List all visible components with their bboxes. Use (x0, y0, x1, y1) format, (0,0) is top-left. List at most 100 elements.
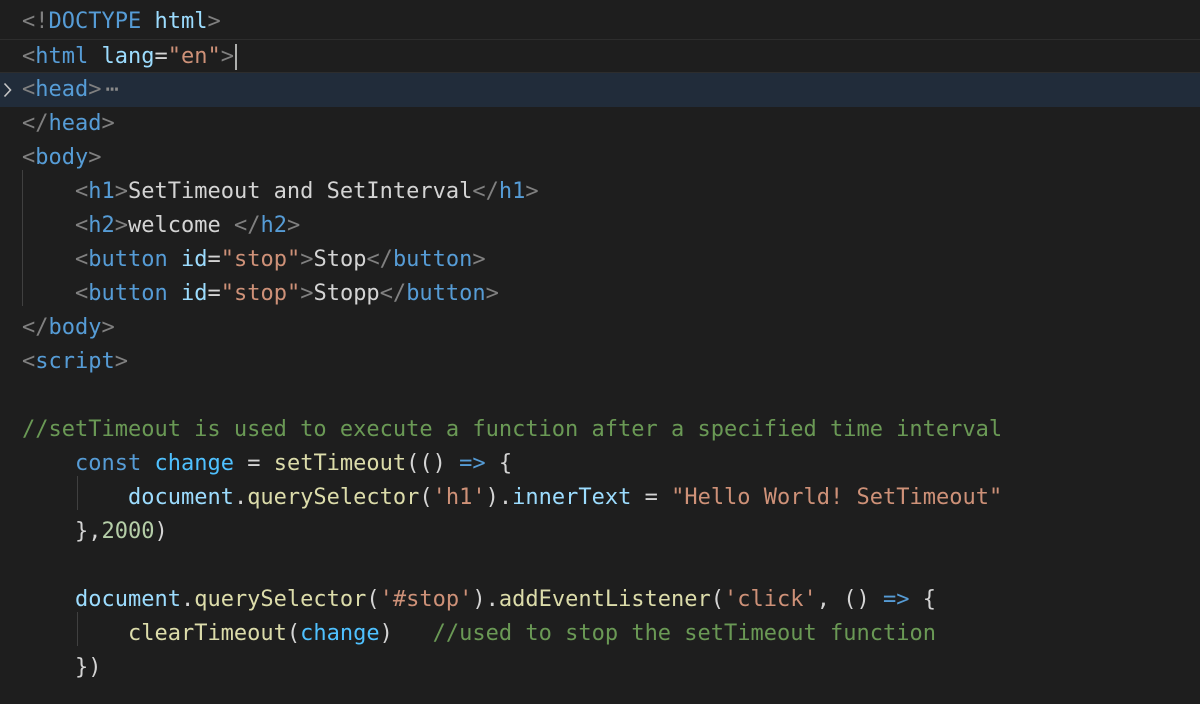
code-token: < (74, 281, 89, 306)
code-line[interactable] (0, 379, 1200, 413)
code-text: <script> (22, 345, 128, 379)
code-token: SetTimeout and SetInterval (127, 179, 473, 204)
code-text: },2000) (22, 515, 168, 549)
code-token: </ (379, 281, 407, 306)
code-token: > (101, 315, 115, 340)
code-line[interactable]: <button id="stop">Stop</button> (0, 243, 1200, 277)
code-token: > (485, 281, 499, 306)
code-line[interactable]: document.querySelector('h1').innerText =… (0, 481, 1200, 515)
code-token: . (180, 587, 195, 612)
code-token: h2 (88, 213, 115, 238)
code-token: button (88, 281, 168, 306)
code-text: </body> (22, 311, 115, 345)
code-token: > (525, 179, 539, 204)
code-token: querySelector (194, 587, 367, 612)
code-line[interactable]: }) (0, 651, 1200, 685)
code-line[interactable]: </head> (0, 107, 1200, 141)
code-text: document.querySelector('h1').innerText =… (22, 481, 1002, 515)
code-token: </ (233, 213, 261, 238)
code-text: <!DOCTYPE html> (22, 5, 221, 39)
code-token: '#stop' (379, 587, 473, 612)
code-token: , () (816, 587, 883, 612)
code-line[interactable]: <h1>SetTimeout and SetInterval</h1> (0, 175, 1200, 209)
code-token: > (114, 213, 128, 238)
code-token: < (22, 145, 36, 170)
code-token: 'h1' (432, 485, 486, 510)
code-token: script (35, 349, 115, 374)
code-token: id (180, 281, 208, 306)
code-text: <button id="stop">Stopp</button> (22, 277, 499, 311)
code-token: button (406, 281, 486, 306)
code-line[interactable]: </body> (0, 311, 1200, 345)
code-token: > (88, 77, 102, 102)
code-token: = (207, 281, 221, 306)
code-token: (() (406, 451, 460, 476)
code-token: ). (485, 485, 513, 510)
code-line[interactable] (0, 549, 1200, 583)
code-token: > (220, 44, 234, 69)
code-text: }) (22, 651, 102, 685)
code-token: > (300, 247, 314, 272)
code-line[interactable]: <head> ⋯ (0, 73, 1200, 107)
code-token: </ (366, 247, 393, 272)
code-token: => (882, 587, 910, 612)
code-token: > (472, 247, 486, 272)
code-line[interactable]: <html lang="en"> (0, 39, 1200, 73)
code-token: </ (472, 179, 499, 204)
code-token: => (459, 451, 486, 476)
code-token: h2 (260, 213, 287, 238)
code-line[interactable]: document.querySelector('#stop').addEvent… (0, 583, 1200, 617)
code-text: clearTimeout(change) //used to stop the … (22, 617, 936, 651)
code-token: body (48, 315, 102, 340)
code-line[interactable]: <!DOCTYPE html> (0, 5, 1200, 39)
code-token: { (909, 587, 936, 612)
code-token: > (114, 179, 128, 204)
code-token: id (180, 247, 208, 272)
code-token: body (35, 145, 89, 170)
code-text: //setTimeout is used to execute a functi… (22, 413, 1002, 447)
code-token: welcome (127, 213, 234, 238)
code-token: head (35, 77, 89, 102)
code-token: > (88, 145, 102, 170)
code-line[interactable]: <h2>welcome </h2> (0, 209, 1200, 243)
code-token: = (233, 451, 274, 476)
code-token: = (207, 247, 221, 272)
code-line[interactable] (0, 685, 1200, 704)
code-token: change (300, 621, 380, 646)
code-line[interactable]: <script> (0, 345, 1200, 379)
code-token: //used to stop the setTimeout function (432, 621, 936, 646)
code-token: { (485, 451, 513, 476)
code-token: < (22, 77, 36, 102)
code-token: ( (286, 621, 301, 646)
fold-chevron-icon[interactable] (0, 73, 14, 107)
code-line[interactable]: clearTimeout(change) //used to stop the … (0, 617, 1200, 651)
code-token: html (35, 44, 89, 69)
code-editor[interactable]: <!DOCTYPE html> <html lang="en"> <head> ⋯ </… (0, 0, 1200, 704)
code-token: < (22, 349, 36, 374)
code-line[interactable]: //setTimeout is used to execute a functi… (0, 413, 1200, 447)
code-token: "stop" (220, 281, 301, 306)
code-token: = (631, 485, 672, 510)
code-text: <head> ⋯ (22, 73, 119, 107)
code-token: "Hello World! SetTimeout" (671, 485, 1003, 510)
code-text: document.querySelector('#stop').addEvent… (22, 583, 936, 617)
code-token: > (101, 111, 115, 136)
code-token: clearTimeout (127, 621, 287, 646)
code-line[interactable]: const change = setTimeout(() => { (0, 447, 1200, 481)
code-token: > (114, 349, 128, 374)
code-line[interactable]: <button id="stop">Stopp</button> (0, 277, 1200, 311)
code-token: h1 (498, 179, 526, 204)
code-token: Stopp (313, 281, 380, 306)
code-token: querySelector (247, 485, 420, 510)
code-text: <h1>SetTimeout and SetInterval</h1> (22, 175, 539, 209)
code-line[interactable]: <body> (0, 141, 1200, 175)
folded-region-ellipsis[interactable]: ⋯ (105, 77, 118, 102)
code-token: = (154, 44, 168, 69)
code-token: Stop (313, 247, 367, 272)
code-text: <h2>welcome </h2> (22, 209, 300, 243)
code-line[interactable]: },2000) (0, 515, 1200, 549)
